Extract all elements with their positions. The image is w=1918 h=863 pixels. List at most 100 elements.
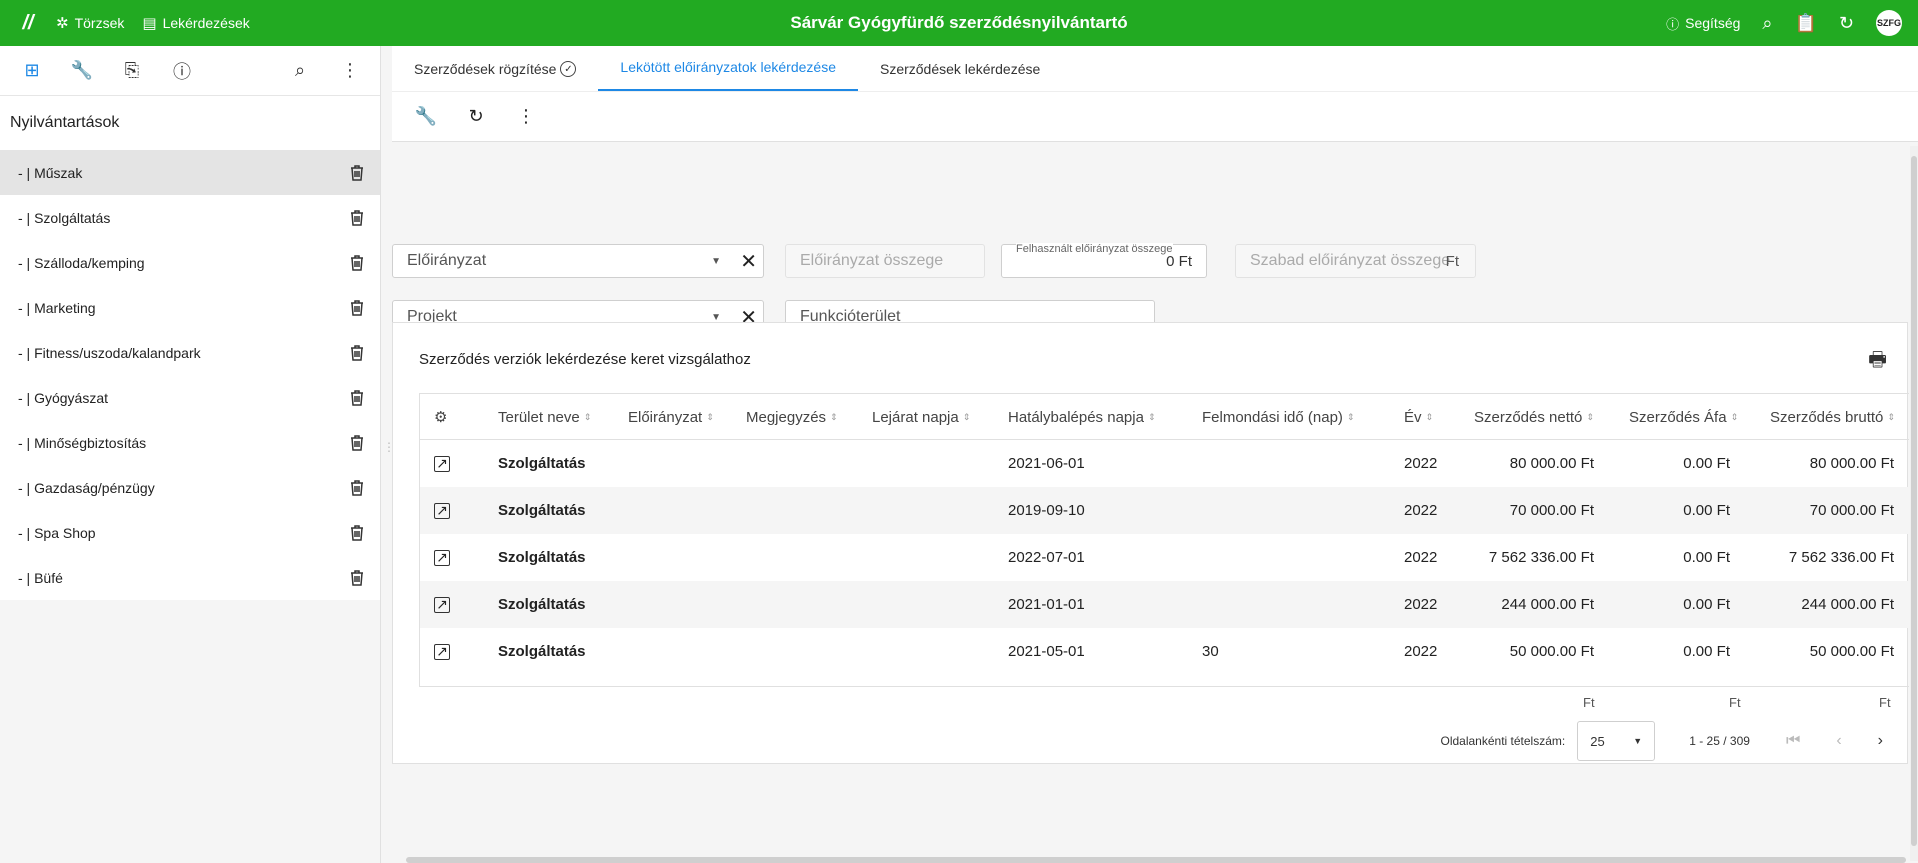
refresh-icon[interactable]: ↻ — [464, 106, 488, 127]
table-row[interactable]: ↗ Szolgáltatás 2021-05-01 30 2022 50 000… — [420, 628, 1909, 675]
open-record-icon[interactable]: ↗ — [434, 502, 450, 519]
main-toolbar: 🔧 ↻ ⋮ — [392, 92, 1918, 142]
dropdown-arrow-icon[interactable]: ▼ — [711, 312, 721, 323]
col-eloiranyzat[interactable]: Előirányzat ⇕ — [628, 394, 714, 440]
prev-page-icon[interactable]: ‹ — [1836, 732, 1841, 750]
sidebar-item-label: - | Gyógyászat — [18, 389, 109, 406]
wrench-icon[interactable]: 🔧 — [414, 106, 438, 127]
cell-afa: 0.00 Ft — [1683, 455, 1730, 472]
trash-icon[interactable] — [348, 254, 366, 272]
col-felmondasi[interactable]: Felmondási idő (nap) ⇕ — [1202, 394, 1354, 440]
help-label: Segítség — [1685, 15, 1741, 31]
eloiranyzat-osszege-field[interactable]: Előirányzat összege — [785, 244, 985, 278]
scrollbar-thumb[interactable] — [1911, 156, 1917, 846]
trash-icon[interactable] — [348, 434, 366, 452]
sort-icon: ⇕ — [706, 411, 714, 422]
sort-icon: ⇕ — [1586, 411, 1594, 422]
more-vert-icon[interactable]: ⋮ — [514, 106, 538, 127]
sidebar-item-szolgaltatas[interactable]: - | Szolgáltatás — [0, 195, 380, 240]
col-lejarat[interactable]: Lejárat napja ⇕ — [872, 394, 970, 440]
open-record-icon[interactable]: ↗ — [434, 596, 450, 613]
trash-icon[interactable] — [348, 389, 366, 407]
sidebar-item-marketing[interactable]: - | Marketing — [0, 285, 380, 330]
tab-szerzodesek-lekerdezese[interactable]: Szerződések lekérdezése — [858, 61, 1062, 91]
sort-icon: ⇕ — [1887, 411, 1895, 422]
col-megjegyzes-label: Megjegyzés — [746, 408, 827, 426]
clear-icon[interactable]: ✕ — [740, 249, 757, 274]
column-settings-icon[interactable]: ⚙ — [434, 394, 447, 440]
felhasznalt-value: 0 Ft — [1166, 253, 1192, 270]
search-icon[interactable]: ⌕ — [1762, 13, 1772, 34]
trash-icon[interactable] — [348, 344, 366, 362]
page-size-label: Oldalankénti tételszám: — [1440, 734, 1566, 748]
tab-label: Szerződések rögzítése — [414, 61, 557, 77]
trash-icon[interactable] — [348, 299, 366, 317]
szabad-placeholder: Szabad előirányzat összege — [1250, 252, 1451, 269]
vertical-scrollbar[interactable] — [1910, 146, 1918, 861]
table-row[interactable]: ↗ Szolgáltatás 2022-07-01 2022 7 562 336… — [420, 534, 1909, 581]
sort-icon: ⇕ — [1730, 411, 1739, 422]
sidebar-item-szalloda[interactable]: - | Szálloda/kemping — [0, 240, 380, 285]
tab-label: Lekötött előirányzatok lekérdezése — [620, 59, 836, 75]
clipboard-search-icon[interactable]: 📋 — [1794, 13, 1816, 34]
search-icon[interactable]: ⌕ — [288, 59, 312, 83]
nav-torzsek[interactable]: ✲ Törzsek — [56, 14, 124, 32]
trash-icon[interactable] — [348, 524, 366, 542]
table-row[interactable]: ↗ Szolgáltatás 2021-06-01 2022 80 000.00… — [420, 440, 1909, 487]
table-row[interactable]: ↗ Szolgáltatás 2019-09-10 2022 70 000.00… — [420, 487, 1909, 534]
avatar[interactable]: SZFG — [1876, 10, 1902, 36]
szabad-eloiranyzat-field[interactable]: Szabad előirányzat összege Ft — [1235, 244, 1476, 278]
wrench-icon[interactable]: 🔧 — [70, 59, 94, 83]
col-netto[interactable]: Szerződés nettó ⇕ — [1474, 394, 1594, 440]
col-ev[interactable]: Év ⇕ — [1404, 394, 1433, 440]
col-lejarat-label: Lejárat napja — [872, 408, 959, 426]
excel-export-icon[interactable]: ⎘ — [120, 59, 144, 83]
trash-icon[interactable] — [348, 569, 366, 587]
sidebar-item-minosegbiztositas[interactable]: - | Minőségbiztosítás — [0, 420, 380, 465]
tab-lekotott-eloiranyzatok[interactable]: Lekötött előirányzatok lekérdezése — [598, 59, 858, 91]
sidebar-item-muszak[interactable]: - | Műszak — [0, 150, 380, 195]
page-range: 1 - 25 / 309 — [1689, 734, 1750, 748]
open-record-icon[interactable]: ↗ — [434, 549, 450, 566]
add-icon[interactable]: ⊞ — [20, 59, 44, 83]
check-circle-icon: ✓ — [560, 61, 577, 77]
help-button[interactable]: ⓘ Segítség — [1666, 14, 1740, 33]
sort-icon: ⇕ — [583, 411, 592, 422]
tab-szerzodesek-rogzitese[interactable]: Szerződések rögzítése ✓ — [414, 61, 598, 91]
more-vert-icon[interactable]: ⋮ — [338, 59, 362, 83]
trash-icon[interactable] — [348, 164, 366, 182]
sidebar-item-fitness[interactable]: - | Fitness/uszoda/kalandpark — [0, 330, 380, 375]
col-megjegyzes[interactable]: Megjegyzés ⇕ — [746, 394, 838, 440]
trash-icon[interactable] — [348, 209, 366, 227]
cell-netto: 7 562 336.00 Ft — [1488, 549, 1594, 566]
trash-icon[interactable] — [348, 479, 366, 497]
app-logo[interactable]: // — [0, 0, 56, 46]
col-afa[interactable]: Szerződés Áfa ⇕ — [1629, 394, 1738, 440]
refresh-icon[interactable]: ↻ — [1839, 13, 1854, 34]
first-page-icon[interactable]: ⏮ — [1786, 732, 1800, 750]
sidebar-item-spa-shop[interactable]: - | Spa Shop — [0, 510, 380, 555]
open-record-icon[interactable]: ↗ — [434, 455, 450, 472]
col-hatalybalepes[interactable]: Hatálybalépés napja ⇕ — [1008, 394, 1155, 440]
sidebar-item-gyogyaszat[interactable]: - | Gyógyászat — [0, 375, 380, 420]
print-icon[interactable]: 🖶 — [1868, 345, 1887, 379]
sort-icon: ⇕ — [962, 411, 971, 422]
next-page-icon[interactable]: › — [1878, 732, 1883, 750]
page-size-select[interactable]: 25 ▼ — [1577, 721, 1656, 761]
felhasznalt-eloiranyzat-field[interactable]: Felhasznált előirányzat összege 0 Ft — [1001, 243, 1207, 278]
sidebar-item-bufe[interactable]: - | Büfé — [0, 555, 380, 600]
dropdown-arrow-icon[interactable]: ▼ — [711, 256, 721, 267]
col-brutto[interactable]: Szerződés bruttó ⇕ — [1770, 394, 1895, 440]
col-terulet[interactable]: Terület neve ⇕ — [498, 394, 591, 440]
nav-lekerdezesek[interactable]: ▤ Lekérdezések — [142, 14, 249, 32]
cell-afa: 0.00 Ft — [1683, 596, 1730, 613]
cell-ev: 2022 — [1404, 455, 1438, 472]
open-record-icon[interactable]: ↗ — [434, 643, 450, 660]
info-export-icon[interactable]: ⓘ — [170, 59, 194, 83]
horizontal-scrollbar[interactable] — [406, 857, 1906, 863]
eloiranyzat-select[interactable]: Előirányzat ▼ ✕ — [392, 244, 764, 278]
sidebar-item-gazdasag[interactable]: - | Gazdaság/pénzügy — [0, 465, 380, 510]
table-row[interactable]: ↗ Szolgáltatás 2021-01-01 2022 244 000.0… — [420, 581, 1909, 628]
splitter-handle[interactable]: ⋮ — [383, 440, 395, 470]
sidebar-item-label: - | Marketing — [18, 299, 96, 316]
